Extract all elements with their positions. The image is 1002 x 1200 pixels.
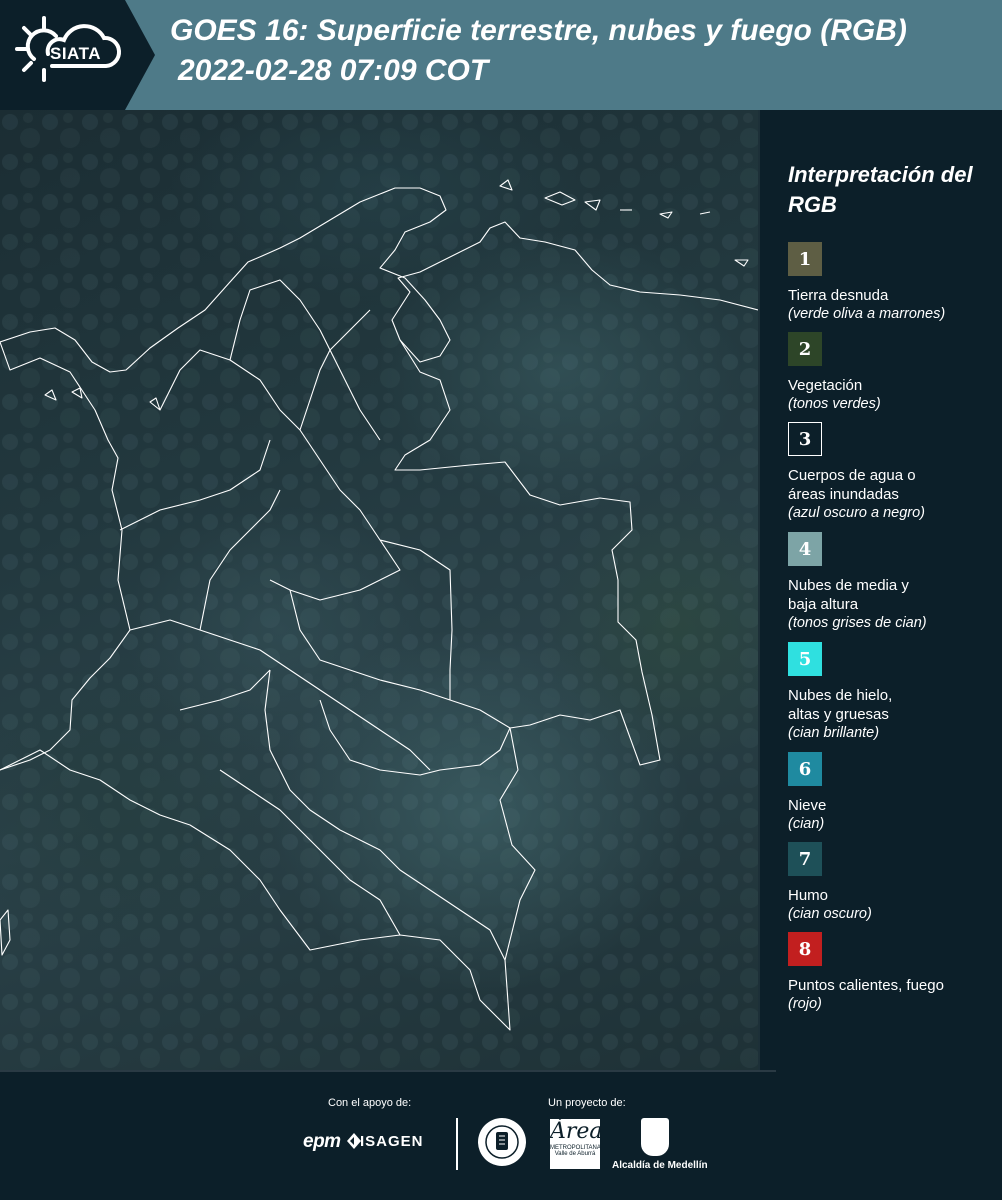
legend-label: Nubes de media y baja altura (788, 577, 909, 613)
legend-label: Tierra desnuda (788, 287, 889, 304)
legend-item-7: 7 Humo (cian oscuro) (788, 842, 998, 924)
medellin-shield-icon (641, 1118, 669, 1156)
satellite-map (0, 110, 758, 1070)
legend-item-2: 2 Vegetación (tonos verdes) (788, 332, 998, 414)
legend-label: Cuerpos de agua o áreas inundadas (788, 467, 916, 503)
epm-logo: epm (303, 1131, 341, 1152)
legend-label: Puntos calientes, fuego (788, 977, 944, 994)
legend-swatch: 1 (788, 242, 822, 276)
amva-script: Área (550, 1119, 603, 1144)
legend-swatch: 5 (788, 642, 822, 676)
legend-swatch: 6 (788, 752, 822, 786)
legend-swatch: 8 (788, 932, 822, 966)
project-label: Un proyecto de: (548, 1097, 626, 1109)
legend-sublabel: (azul oscuro a negro) (788, 505, 926, 521)
legend-item-6: 6 Nieve (cian) (788, 752, 998, 834)
legend-swatch: 7 (788, 842, 822, 876)
amva-sub2: Valle de Aburrá (554, 1151, 596, 1157)
legend-title: Interpretación del RGB (788, 162, 973, 217)
footer-divider (456, 1118, 458, 1170)
legend-sublabel: (cian brillante) (788, 725, 880, 741)
legend-label: Nieve (788, 797, 827, 814)
legend-sublabel: (cian oscuro) (788, 906, 872, 922)
legend-item-1: 1 Tierra desnuda (verde oliva a marrones… (788, 242, 998, 324)
legend-label: Vegetación (788, 377, 863, 394)
university-seal-icon (478, 1118, 526, 1166)
isagen-logo: ISAGEN (360, 1133, 424, 1150)
legend-label: Nubes de hielo, altas y gruesas (788, 687, 893, 723)
support-label: Con el apoyo de: (328, 1097, 412, 1109)
logo-block: SIATA (0, 0, 155, 110)
legend-label: Humo (788, 887, 829, 904)
legend-sublabel: (cian) (788, 816, 825, 832)
legend-sublabel: (tonos verdes) (788, 396, 881, 412)
legend-item-8: 8 Puntos calientes, fuego (rojo) (788, 932, 998, 1014)
siata-logo-text: SIATA (50, 44, 101, 63)
header-bar: SIATA GOES 16: Superficie terrestre, nub… (0, 0, 1002, 110)
border-overlay (0, 110, 758, 1070)
legend-swatch: 3 (788, 422, 822, 456)
alcaldia-medellin-logo: Alcaldía de Medellín (612, 1160, 708, 1171)
page-timestamp: 2022-02-28 07:09 COT (178, 54, 489, 87)
area-metropolitana-logo: Área METROPOLITANA Valle de Aburrá (550, 1119, 603, 1169)
legend-item-4: 4 Nubes de media y baja altura (tonos gr… (788, 532, 998, 633)
legend-swatch: 4 (788, 532, 822, 566)
legend-item-3: 3 Cuerpos de agua o áreas inundadas (azu… (788, 422, 998, 523)
map-edge (758, 110, 760, 1070)
legend-swatch: 2 (788, 332, 822, 366)
page-title: GOES 16: Superficie terrestre, nubes y f… (170, 14, 907, 47)
legend-item-5: 5 Nubes de hielo, altas y gruesas (cian … (788, 642, 998, 743)
footer: Con el apoyo de: Un proyecto de: epm ISA… (0, 1072, 1002, 1200)
legend-sublabel: (rojo) (788, 996, 822, 1012)
legend-panel: Interpretación del RGB 1 Tierra desnuda … (788, 160, 988, 1012)
legend-sublabel: (tonos grises de cian) (788, 615, 927, 631)
legend-sublabel: (verde oliva a marrones) (788, 306, 946, 322)
